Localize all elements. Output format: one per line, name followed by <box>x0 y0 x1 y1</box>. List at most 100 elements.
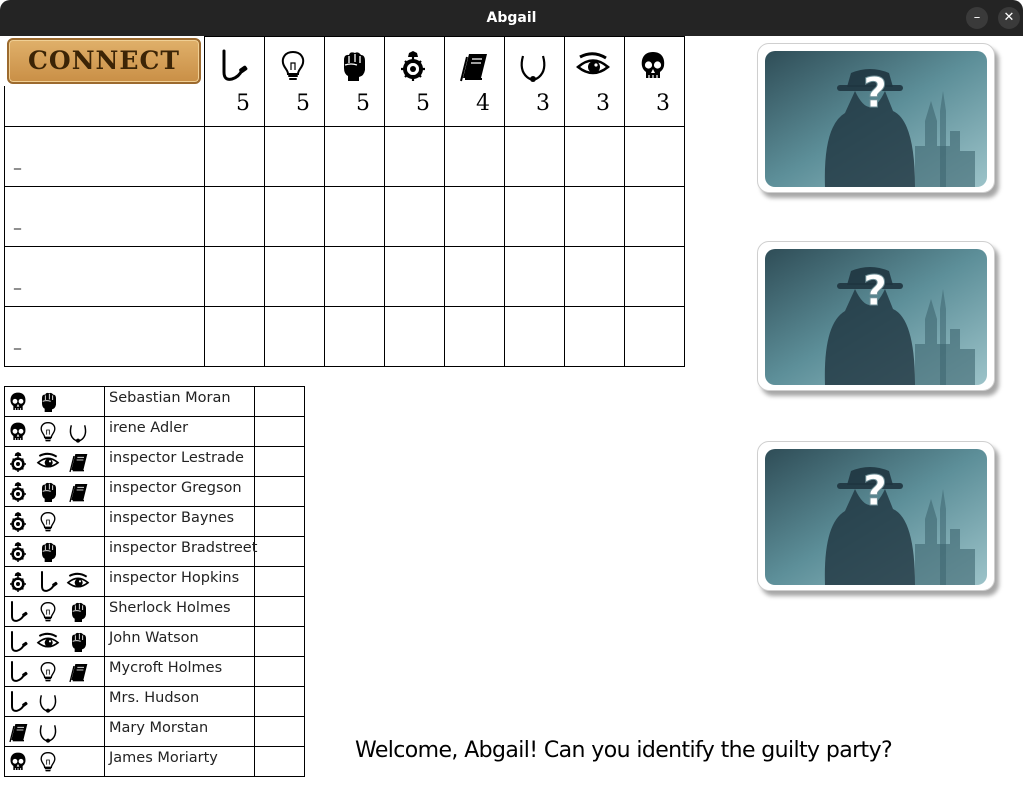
suspect-mark-cell[interactable] <box>255 567 304 596</box>
grid-cell[interactable] <box>265 187 324 246</box>
suspect-mark-cell[interactable] <box>255 687 304 716</box>
grid-cell[interactable] <box>265 307 324 366</box>
suspect-name: Sebastian Moran <box>109 390 231 406</box>
grid-cell[interactable] <box>265 247 324 306</box>
skull-icon <box>10 422 26 440</box>
grid-cell[interactable] <box>325 247 384 306</box>
mystery-card[interactable]: ? <box>757 441 999 595</box>
evidence-icon-holder <box>515 48 551 84</box>
badge-icon <box>10 512 26 532</box>
svg-text:?: ? <box>863 266 887 315</box>
grid-cell[interactable] <box>505 247 564 306</box>
suspect-name: inspector Lestrade <box>109 450 244 466</box>
suspect-mark-cell[interactable] <box>255 657 304 686</box>
grid-cell[interactable] <box>385 127 444 186</box>
notebook-icon <box>69 454 88 473</box>
evidence-count: 5 <box>296 91 310 116</box>
grid-cell[interactable] <box>565 247 624 306</box>
grid-cell[interactable] <box>265 127 324 186</box>
grid-cell[interactable] <box>505 307 564 366</box>
suspect-row: inspector Baynes <box>4 506 305 536</box>
suspect-name: inspector Bradstreet <box>109 540 258 556</box>
evidence-grid: CONNECT 5 5 5 5 4 3 3 3 _ _ _ _ <box>4 36 685 367</box>
fist-icon <box>344 52 365 81</box>
grid-cell[interactable] <box>445 307 504 366</box>
list-line <box>4 776 305 777</box>
welcome-message: Welcome, Abgail! Can you identify the gu… <box>355 738 893 763</box>
player-name: _ <box>14 274 21 290</box>
suspect-name: James Moriarty <box>109 750 218 766</box>
suspect-mark-cell[interactable] <box>255 477 304 506</box>
grid-cell[interactable] <box>565 187 624 246</box>
suspect-row: irene Adler <box>4 416 305 446</box>
suspect-mark-cell[interactable] <box>255 747 304 776</box>
suspect-icons <box>4 716 104 746</box>
grid-cell[interactable] <box>625 247 684 306</box>
player-name: _ <box>14 214 21 230</box>
suspect-mark-cell[interactable] <box>255 417 304 446</box>
lightbulb-icon <box>40 751 56 772</box>
suspect-icons <box>4 536 104 566</box>
suspect-mark-cell[interactable] <box>255 717 304 746</box>
grid-cell[interactable] <box>565 307 624 366</box>
mystery-card[interactable]: ? <box>757 43 999 197</box>
badge-icon <box>10 572 26 592</box>
suspect-icons <box>4 416 104 446</box>
necklace-icon <box>520 55 546 82</box>
grid-cell[interactable] <box>445 187 504 246</box>
grid-cell[interactable] <box>505 187 564 246</box>
notebook-icon <box>460 54 487 82</box>
suspect-icons <box>4 446 104 476</box>
grid-cell[interactable] <box>625 307 684 366</box>
suspect-mark-cell[interactable] <box>255 537 304 566</box>
grid-cell[interactable] <box>205 127 264 186</box>
grid-cell[interactable] <box>445 127 504 186</box>
grid-cell[interactable] <box>205 187 264 246</box>
suspect-icons <box>4 596 104 626</box>
grid-cell[interactable] <box>205 247 264 306</box>
evidence-header-pipe: 5 <box>204 36 264 126</box>
suspect-row: Sherlock Holmes <box>4 596 305 626</box>
suspect-mark-cell[interactable] <box>255 507 304 536</box>
suspect-name: inspector Hopkins <box>109 570 240 586</box>
mystery-suspect-card-icon: ? <box>765 449 987 585</box>
evidence-count: 5 <box>356 91 370 116</box>
grid-cell[interactable] <box>325 307 384 366</box>
suspect-mark-cell[interactable] <box>255 627 304 656</box>
lightbulb-icon <box>40 511 56 532</box>
fist-icon <box>42 482 56 502</box>
mystery-suspect-card-icon: ? <box>765 249 987 385</box>
grid-cell[interactable] <box>625 127 684 186</box>
minimize-button[interactable]: – <box>966 7 988 29</box>
badge-icon <box>10 482 26 502</box>
suspect-icons <box>4 686 104 716</box>
evidence-count: 4 <box>476 91 490 116</box>
grid-cell[interactable] <box>205 307 264 366</box>
grid-cell[interactable] <box>325 187 384 246</box>
grid-cell[interactable] <box>445 247 504 306</box>
badge-icon <box>401 51 425 81</box>
suspect-row: Mrs. Hudson <box>4 686 305 716</box>
grid-cell[interactable] <box>385 187 444 246</box>
suspect-name: John Watson <box>109 630 199 646</box>
eye-icon <box>36 452 60 468</box>
mystery-card[interactable]: ? <box>757 241 999 395</box>
grid-cell[interactable] <box>565 127 624 186</box>
grid-cell[interactable] <box>625 187 684 246</box>
connect-button[interactable]: CONNECT <box>7 38 201 84</box>
close-button[interactable]: ✕ <box>998 7 1020 29</box>
grid-cell[interactable] <box>385 247 444 306</box>
grid-cell[interactable] <box>505 127 564 186</box>
suspect-mark-cell[interactable] <box>255 597 304 626</box>
grid-cell[interactable] <box>385 307 444 366</box>
pipe-icon <box>41 571 58 592</box>
suspect-mark-cell[interactable] <box>255 387 304 416</box>
suspect-list: Sebastian Moran irene Adler inspector Lest… <box>4 386 305 777</box>
mystery-suspect-card-icon: ? <box>765 51 987 187</box>
badge-icon <box>10 542 26 562</box>
evidence-icon-holder <box>395 48 431 84</box>
suspect-mark-cell[interactable] <box>255 447 304 476</box>
skull-icon <box>10 392 26 410</box>
eye-icon <box>36 632 60 648</box>
grid-cell[interactable] <box>325 127 384 186</box>
